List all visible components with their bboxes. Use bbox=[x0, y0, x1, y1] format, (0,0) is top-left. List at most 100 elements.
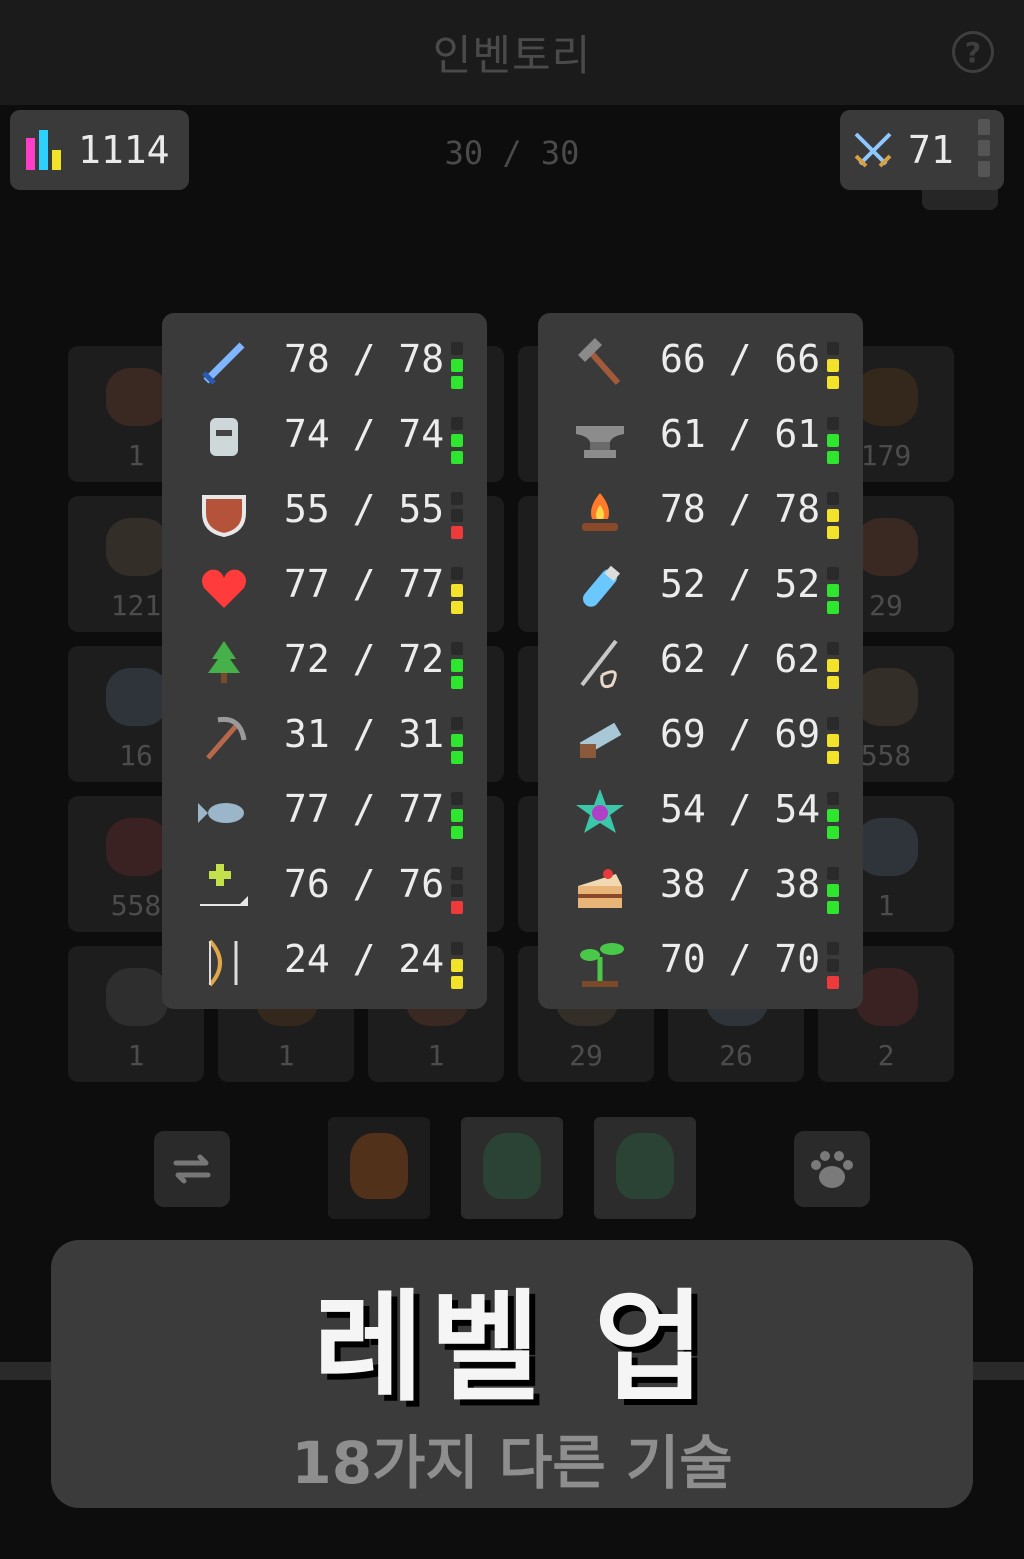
skill-progress-meter bbox=[451, 792, 463, 843]
level-up-banner: 레벨 업 18가지 다른 기술 bbox=[51, 1240, 973, 1508]
meter-segment bbox=[827, 492, 839, 505]
meter-segment bbox=[827, 809, 839, 822]
skill-progress-meter bbox=[827, 642, 839, 693]
skill-row[interactable]: 61 / 61 bbox=[538, 400, 863, 475]
meter-segment bbox=[451, 526, 463, 539]
meter-segment bbox=[451, 809, 463, 822]
meter-segment bbox=[827, 509, 839, 522]
skill-row[interactable]: 54 / 54 bbox=[538, 775, 863, 850]
skill-progress-meter bbox=[451, 717, 463, 768]
item-quantity: 29 bbox=[569, 1039, 603, 1072]
skill-progress-meter bbox=[451, 417, 463, 468]
item-icon bbox=[856, 668, 918, 726]
skill-row[interactable]: 24 / 24 bbox=[162, 925, 487, 1000]
magic-star-icon bbox=[572, 785, 628, 841]
skill-row[interactable]: 74 / 74 bbox=[162, 400, 487, 475]
meter-segment bbox=[827, 676, 839, 689]
meter-segment bbox=[827, 376, 839, 389]
meter-segment bbox=[827, 567, 839, 580]
skill-progress-meter bbox=[827, 567, 839, 618]
skill-row[interactable]: 78 / 78 bbox=[162, 325, 487, 400]
shield-icon bbox=[196, 485, 252, 541]
meter-segment bbox=[827, 526, 839, 539]
meter-segment bbox=[451, 751, 463, 764]
item-icon bbox=[856, 818, 918, 876]
meter-segment bbox=[451, 509, 463, 522]
skill-progress-meter bbox=[451, 867, 463, 918]
item-icon bbox=[856, 518, 918, 576]
bag-slot-3[interactable] bbox=[594, 1117, 696, 1219]
skill-level-value: 70 / 70 bbox=[660, 937, 821, 981]
meter-segment bbox=[451, 717, 463, 730]
skill-progress-meter bbox=[827, 867, 839, 918]
skill-row[interactable]: 52 / 52 bbox=[538, 550, 863, 625]
skill-progress-meter bbox=[451, 942, 463, 993]
skill-row[interactable]: 72 / 72 bbox=[162, 625, 487, 700]
item-icon bbox=[106, 968, 168, 1026]
sword-icon bbox=[196, 335, 252, 391]
bag-slot-2[interactable] bbox=[461, 1117, 563, 1219]
meter-segment bbox=[827, 734, 839, 747]
skill-progress-meter bbox=[827, 342, 839, 393]
meter-segment bbox=[827, 342, 839, 355]
meter-segment bbox=[827, 826, 839, 839]
skill-row[interactable]: 38 / 38 bbox=[538, 850, 863, 925]
bag-icon bbox=[350, 1133, 408, 1199]
meter-segment bbox=[451, 659, 463, 672]
meter-segment bbox=[827, 942, 839, 955]
skill-level-value: 38 / 38 bbox=[660, 862, 821, 906]
skill-row[interactable]: 55 / 55 bbox=[162, 475, 487, 550]
meter-segment bbox=[827, 659, 839, 672]
meter-segment bbox=[451, 376, 463, 389]
skill-row[interactable]: 66 / 66 bbox=[538, 325, 863, 400]
healing-hand-icon bbox=[196, 860, 252, 916]
pet-button[interactable] bbox=[794, 1131, 870, 1207]
bag-icon bbox=[483, 1133, 541, 1199]
skill-row[interactable]: 78 / 78 bbox=[538, 475, 863, 550]
skill-level-value: 24 / 24 bbox=[284, 937, 445, 981]
meter-segment bbox=[451, 342, 463, 355]
pickaxe-icon bbox=[196, 710, 252, 766]
meter-segment bbox=[827, 359, 839, 372]
help-icon[interactable]: ? bbox=[952, 31, 994, 73]
bag-slot-1[interactable] bbox=[328, 1117, 430, 1219]
skill-progress-meter bbox=[827, 717, 839, 768]
skill-row[interactable]: 70 / 70 bbox=[538, 925, 863, 1000]
skill-row[interactable]: 69 / 69 bbox=[538, 700, 863, 775]
meter-segment bbox=[451, 642, 463, 655]
skills-panel-right: 66 / 66 61 / 61 78 / 78 52 / 52 62 / 62 69 / … bbox=[538, 313, 863, 1009]
combat-level-badge[interactable]: 71 bbox=[840, 110, 1004, 190]
skill-level-value: 31 / 31 bbox=[284, 712, 445, 756]
skill-level-value: 62 / 62 bbox=[660, 637, 821, 681]
skill-level-value: 55 / 55 bbox=[284, 487, 445, 531]
skill-level-value: 76 / 76 bbox=[284, 862, 445, 906]
meter-segment bbox=[827, 976, 839, 989]
campfire-icon bbox=[572, 485, 628, 541]
anvil-icon bbox=[572, 410, 628, 466]
skill-level-value: 72 / 72 bbox=[284, 637, 445, 681]
heart-icon bbox=[196, 560, 252, 616]
item-icon bbox=[106, 818, 168, 876]
meter-segment bbox=[827, 584, 839, 597]
meter-segment bbox=[451, 734, 463, 747]
meter-segment bbox=[827, 959, 839, 972]
skill-level-value: 61 / 61 bbox=[660, 412, 821, 456]
skill-row[interactable]: 62 / 62 bbox=[538, 625, 863, 700]
potion-icon bbox=[572, 560, 628, 616]
swap-icon bbox=[173, 1154, 211, 1184]
swap-button[interactable] bbox=[154, 1131, 230, 1207]
meter-segment bbox=[451, 676, 463, 689]
bow-icon bbox=[196, 935, 252, 991]
skill-progress-meter bbox=[827, 417, 839, 468]
skill-row[interactable]: 76 / 76 bbox=[162, 850, 487, 925]
meter-segment bbox=[827, 901, 839, 914]
banner-subtitle: 18가지 다른 기술 bbox=[291, 1429, 733, 1497]
meter-segment bbox=[827, 867, 839, 880]
skill-row[interactable]: 31 / 31 bbox=[162, 700, 487, 775]
skill-level-value: 66 / 66 bbox=[660, 337, 821, 381]
skill-row[interactable]: 77 / 77 bbox=[162, 775, 487, 850]
combat-meter bbox=[978, 119, 990, 182]
skill-row[interactable]: 77 / 77 bbox=[162, 550, 487, 625]
meter-segment bbox=[827, 751, 839, 764]
meter-segment bbox=[451, 417, 463, 430]
